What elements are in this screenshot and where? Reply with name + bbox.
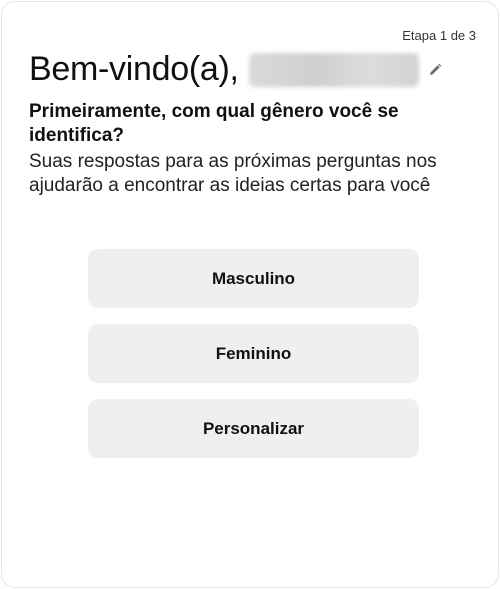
step-indicator: Etapa 1 de 3	[402, 28, 476, 43]
option-masculino-button[interactable]: Masculino	[88, 249, 419, 308]
gender-options: Masculino Feminino Personalizar	[88, 249, 419, 474]
welcome-row: Bem-vindo(a),	[29, 50, 443, 89]
username-redacted	[248, 52, 419, 87]
option-personalizar-button[interactable]: Personalizar	[88, 399, 419, 458]
gender-question: Primeiramente, com qual gênero você se i…	[29, 101, 399, 146]
onboarding-card: Etapa 1 de 3 Bem-vindo(a), Primeiramente…	[1, 1, 499, 588]
welcome-heading: Bem-vindo(a),	[29, 50, 239, 88]
option-feminino-button[interactable]: Feminino	[88, 324, 419, 383]
question-subtitle: Suas respostas para as próximas pergunta…	[29, 151, 437, 196]
pencil-icon[interactable]	[427, 62, 443, 78]
